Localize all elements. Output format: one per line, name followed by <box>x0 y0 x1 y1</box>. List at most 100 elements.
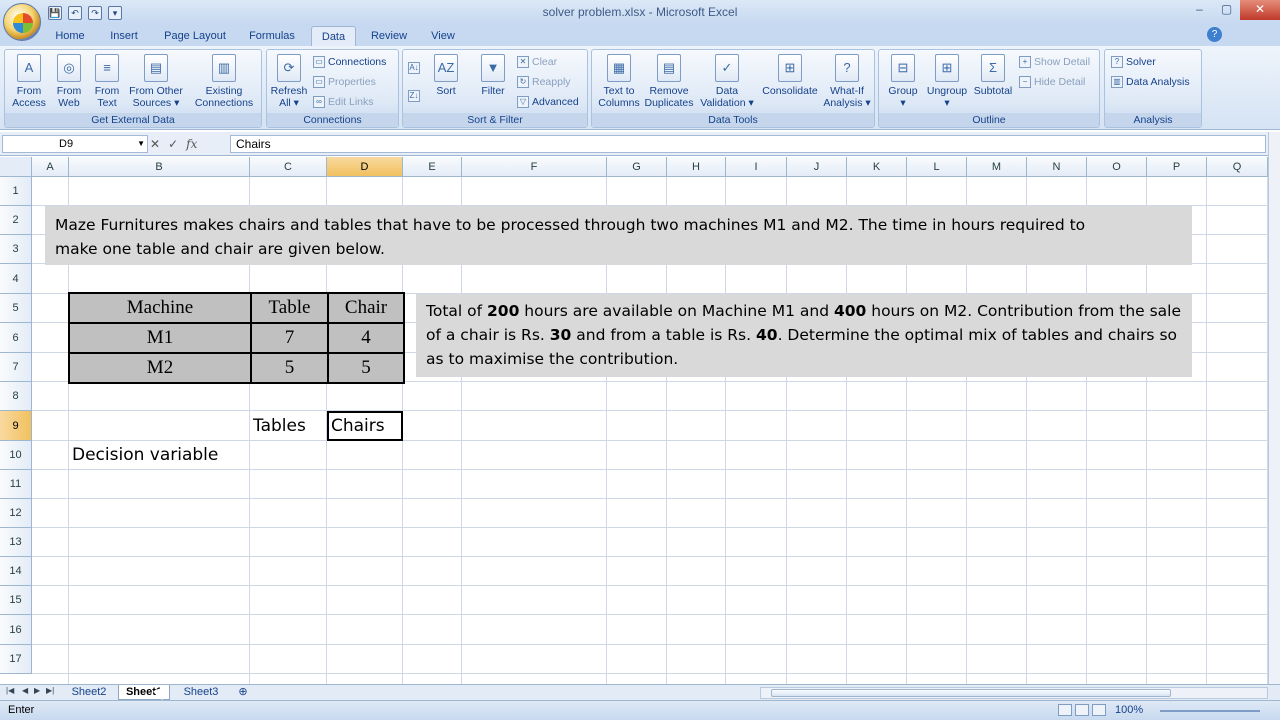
cancel-entry-icon[interactable]: ✕ <box>150 135 160 153</box>
tab-home[interactable]: Home <box>46 26 94 46</box>
column-header-l[interactable]: L <box>907 157 967 177</box>
column-header-o[interactable]: O <box>1087 157 1147 177</box>
cell-m2-chair[interactable]: 5 <box>327 352 405 384</box>
cell-m2-table[interactable]: 5 <box>250 352 329 384</box>
select-all-corner[interactable] <box>0 157 32 177</box>
reapply-button[interactable]: ↻ Reapply <box>517 76 571 88</box>
from-text-button[interactable]: ≡ From Text <box>87 54 127 109</box>
cell-machine-m2[interactable]: M2 <box>68 352 252 384</box>
tab-formulas[interactable]: Formulas <box>242 26 302 46</box>
solver-button[interactable]: ? Solver <box>1111 56 1156 68</box>
column-header-n[interactable]: N <box>1027 157 1087 177</box>
page-layout-view-icon[interactable] <box>1075 704 1089 716</box>
tab-page-layout[interactable]: Page Layout <box>158 26 232 46</box>
column-header-d[interactable]: D <box>327 157 403 177</box>
column-header-c[interactable]: C <box>250 157 327 177</box>
column-header-m[interactable]: M <box>967 157 1027 177</box>
properties-button[interactable]: ▭ Properties <box>313 76 376 88</box>
row-header-10[interactable]: 10 <box>0 441 32 470</box>
row-header-4[interactable]: 4 <box>0 264 32 294</box>
sort-az-button[interactable]: A↓ <box>408 62 420 74</box>
zoom-slider[interactable] <box>1160 710 1260 712</box>
from-other-sources-button[interactable]: ▤ From Other Sources ▾ <box>125 54 187 109</box>
row-header-7[interactable]: 7 <box>0 353 32 382</box>
sheet-tab-sheet2[interactable]: Sheet2 <box>64 685 114 700</box>
vertical-scrollbar[interactable] <box>1268 132 1280 684</box>
next-sheet-icon[interactable]: ▶ <box>34 686 40 695</box>
clear-button[interactable]: ✕ Clear <box>517 56 557 68</box>
row-header-14[interactable]: 14 <box>0 557 32 586</box>
insert-function-icon[interactable]: fx <box>186 135 197 153</box>
column-header-q[interactable]: Q <box>1207 157 1268 177</box>
refresh-all-button[interactable]: ⟳ Refresh All ▾ <box>269 54 309 109</box>
cell-m1-chair[interactable]: 4 <box>327 322 405 354</box>
minimize-button[interactable]: – <box>1186 0 1213 20</box>
header-chair[interactable]: Chair <box>327 292 405 324</box>
row-header-15[interactable]: 15 <box>0 586 32 615</box>
row-header-2[interactable]: 2 <box>0 206 32 235</box>
insert-sheet-icon[interactable]: ⊕ <box>232 685 254 700</box>
advanced-button[interactable]: ▽ Advanced <box>517 96 579 108</box>
group-button[interactable]: ⊟ Group ▾ <box>881 54 925 109</box>
row-header-9[interactable]: 9 <box>0 411 32 441</box>
tab-view[interactable]: View <box>420 26 466 46</box>
cell-b10[interactable]: Decision variable <box>72 445 218 465</box>
machine-hours-table[interactable]: Machine Table Chair M1 7 4 M2 5 5 <box>68 292 405 384</box>
help-icon[interactable]: ? <box>1207 27 1222 42</box>
sort-button[interactable]: AZ Sort <box>429 54 463 97</box>
tab-review[interactable]: Review <box>364 26 414 46</box>
prev-sheet-icon[interactable]: ◀ <box>22 686 28 695</box>
row-header-3[interactable]: 3 <box>0 235 32 264</box>
text-to-columns-button[interactable]: ▦ Text to Columns <box>594 54 644 109</box>
header-table[interactable]: Table <box>250 292 329 324</box>
show-detail-button[interactable]: + Show Detail <box>1019 56 1090 68</box>
row-header-1[interactable]: 1 <box>0 177 32 206</box>
tab-data[interactable]: Data <box>311 26 356 46</box>
from-web-button[interactable]: ◎ From Web <box>49 54 89 109</box>
page-break-view-icon[interactable] <box>1092 704 1106 716</box>
connections-button[interactable]: ▭ Connections <box>313 56 386 68</box>
tab-insert[interactable]: Insert <box>100 26 148 46</box>
consolidate-button[interactable]: ⊞ Consolidate <box>758 54 822 97</box>
restore-button[interactable]: ▢ <box>1213 0 1240 20</box>
enter-entry-icon[interactable]: ✓ <box>168 135 178 153</box>
normal-view-icon[interactable] <box>1058 704 1072 716</box>
row-header-6[interactable]: 6 <box>0 323 32 353</box>
zoom-level[interactable]: 100% <box>1115 704 1143 716</box>
column-header-k[interactable]: K <box>847 157 907 177</box>
worksheet-grid[interactable]: ABCDEFGHIJKLMNOPQ 1 2 3 4 5 6 7 8 9 10 11 12 13 14 15 1… <box>0 157 1268 684</box>
column-header-a[interactable]: A <box>32 157 69 177</box>
sort-za-button[interactable]: Z↓ <box>408 90 420 102</box>
column-header-h[interactable]: H <box>667 157 726 177</box>
column-header-g[interactable]: G <box>607 157 667 177</box>
edit-links-button[interactable]: ∞ Edit Links <box>313 96 374 108</box>
hide-detail-button[interactable]: − Hide Detail <box>1019 76 1085 88</box>
column-header-f[interactable]: F <box>462 157 607 177</box>
remove-duplicates-button[interactable]: ▤ Remove Duplicates <box>642 54 696 109</box>
row-header-5[interactable]: 5 <box>0 294 32 323</box>
column-header-b[interactable]: B <box>69 157 250 177</box>
ungroup-button[interactable]: ⊞ Ungroup ▾ <box>923 54 971 109</box>
formula-input[interactable]: Chairs <box>230 135 1266 153</box>
problem-text-box[interactable]: Maze Furnitures makes chairs and tables … <box>45 206 1192 265</box>
last-sheet-icon[interactable]: ▶| <box>46 686 54 695</box>
what-if-analysis-button[interactable]: ? What-If Analysis ▾ <box>820 54 874 109</box>
data-analysis-button[interactable]: ▥ Data Analysis <box>1111 76 1190 88</box>
header-machine[interactable]: Machine <box>68 292 252 324</box>
name-box[interactable]: D9 ▼ <box>2 135 148 153</box>
close-button[interactable]: ✕ <box>1240 0 1280 20</box>
first-sheet-icon[interactable]: |◀ <box>6 686 14 695</box>
cell-c9[interactable]: Tables <box>253 416 306 436</box>
row-header-13[interactable]: 13 <box>0 528 32 557</box>
column-header-e[interactable]: E <box>403 157 462 177</box>
cell-d9[interactable]: Chairs <box>331 416 385 436</box>
from-access-button[interactable]: A From Access <box>9 54 49 109</box>
data-validation-button[interactable]: ✓ Data Validation ▾ <box>696 54 758 109</box>
office-button[interactable] <box>3 3 41 41</box>
horizontal-scrollbar[interactable] <box>760 687 1268 699</box>
existing-connections-button[interactable]: ▥ Existing Connections <box>191 54 257 109</box>
sheet-tab-sheet3[interactable]: Sheet3 <box>176 685 226 700</box>
subtotal-button[interactable]: Σ Subtotal <box>969 54 1017 97</box>
column-header-j[interactable]: J <box>787 157 847 177</box>
row-header-16[interactable]: 16 <box>0 615 32 645</box>
